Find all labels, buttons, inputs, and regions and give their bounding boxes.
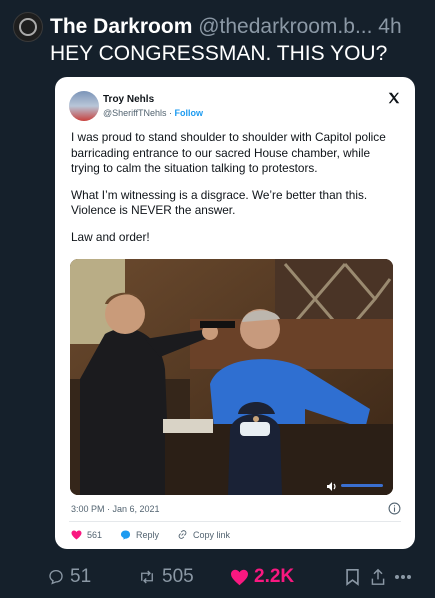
x-logo-icon[interactable] [387,91,401,105]
more-options-button[interactable] [394,574,417,580]
quoted-tweet-body: I was proud to stand shoulder to shoulde… [71,130,401,256]
quoted-paragraph: What I’m witnessing is a disgrace. We’re… [71,187,368,218]
avatar-logo-icon [19,18,37,36]
like-count: 2.2K [254,566,295,587]
tweet-time[interactable]: 4h [378,15,401,38]
quoted-paragraph: I was proud to stand shoulder to shoulde… [71,130,386,175]
volume-slider[interactable] [341,484,383,487]
author-avatar[interactable] [13,12,43,42]
retweet-count: 505 [162,566,194,587]
copy-link-button[interactable]: Copy link [177,529,230,540]
volume-icon[interactable] [327,482,337,491]
quoted-author-avatar[interactable] [69,91,99,121]
like-button[interactable]: 2.2K [230,566,345,588]
handle-separator: · [166,108,175,118]
embedded-video[interactable] [70,259,393,495]
quoted-author-handle[interactable]: @SheriffTNehls [103,108,167,118]
quoted-like-count: 561 [87,529,103,540]
share-button[interactable] [370,568,394,586]
video-frame-image [70,259,393,495]
reply-count: 51 [70,566,92,587]
tweet-text: HEY CONGRESSMAN. THIS YOU? [50,42,388,65]
quoted-reply-button[interactable]: Reply [120,530,159,540]
share-icon [371,568,385,585]
reply-bubble-icon [120,529,131,540]
copy-link-label: Copy link [193,529,231,540]
bookmark-button[interactable] [345,568,370,586]
link-icon [178,530,187,539]
follow-link[interactable]: Follow [175,108,204,118]
retweet-button[interactable]: 505 [137,566,230,588]
quoted-author-handle-line: @SheriffTNehls · Follow [103,108,203,118]
author-handle[interactable]: @thedarkroom.b... [198,15,372,38]
quoted-timestamp[interactable]: 3:00 PM · Jan 6, 2021 [71,504,160,514]
info-icon[interactable] [388,502,401,515]
author-name[interactable]: The Darkroom [50,15,192,38]
reply-icon [49,569,63,585]
quoted-like-button[interactable]: 561 [71,530,102,540]
bookmark-icon [346,568,359,586]
card-divider [69,521,401,522]
quoted-paragraph: Law and order! [71,229,150,244]
quoted-author-name[interactable]: Troy Nehls [103,94,154,105]
heart-icon [71,529,82,540]
tweet-actions: 51 505 2.2K [47,563,421,591]
more-dots-icon [395,575,411,579]
reply-button[interactable]: 51 [47,566,137,588]
tweet-header: The Darkroom @thedarkroom.b... 4h [50,14,427,40]
quoted-actions: 561 Reply Copy link [71,529,248,540]
quoted-tweet-card[interactable]: Troy Nehls @SheriffTNehls · Follow I was… [55,77,415,549]
retweet-icon [141,570,153,584]
quoted-reply-label: Reply [136,529,160,540]
like-heart-icon [231,569,248,585]
